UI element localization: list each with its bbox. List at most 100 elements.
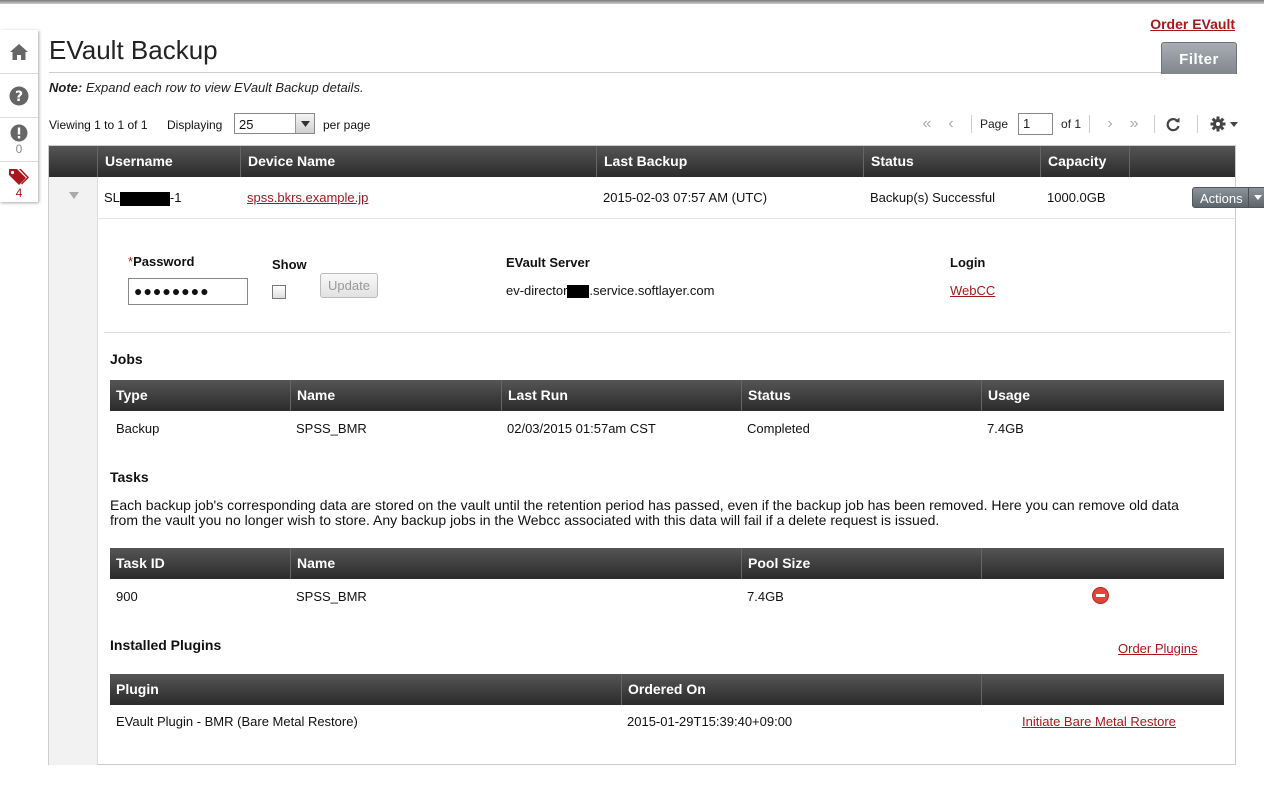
per-page-value: 25 bbox=[239, 117, 254, 132]
next-page-icon[interactable]: › bbox=[1098, 115, 1122, 133]
alert-count: 0 bbox=[15, 142, 23, 156]
update-button[interactable]: Update bbox=[320, 273, 378, 298]
tasks-description: Each backup job's corresponding data are… bbox=[110, 497, 1179, 528]
password-label-text: Password bbox=[133, 254, 195, 269]
pagination: « ‹ Page 1 of 1 › » bbox=[915, 112, 1239, 136]
actions-button[interactable]: Actions bbox=[1192, 187, 1264, 208]
jobs-title: Jobs bbox=[110, 351, 143, 367]
plugins-col-actions bbox=[981, 674, 1224, 705]
header-username[interactable]: Username bbox=[97, 146, 240, 177]
task-pool-size: 7.4GB bbox=[747, 589, 784, 604]
alert-icon bbox=[10, 124, 28, 142]
plugin-ordered-on: 2015-01-29T15:39:40+09:00 bbox=[627, 714, 793, 729]
jobs-col-last-run: Last Run bbox=[501, 380, 741, 411]
task-name: SPSS_BMR bbox=[296, 589, 367, 604]
plugin-name: EVault Plugin - BMR (Bare Metal Restore) bbox=[116, 714, 358, 729]
rail-alerts[interactable]: 0 bbox=[0, 118, 38, 162]
viewing-count: Viewing 1 to 1 of 1 bbox=[49, 118, 148, 132]
header-expander bbox=[49, 146, 97, 177]
expander-gutter bbox=[49, 177, 98, 765]
note-body: Expand each row to view EVault Backup de… bbox=[82, 80, 364, 95]
page-input[interactable]: 1 bbox=[1018, 113, 1054, 135]
prev-page-icon[interactable]: ‹ bbox=[939, 115, 963, 133]
pager-divider bbox=[1197, 115, 1199, 133]
backup-table: Username Device Name Last Backup Status … bbox=[48, 145, 1264, 765]
gear-icon[interactable] bbox=[1210, 116, 1226, 132]
server-prefix: ev-director bbox=[506, 283, 568, 298]
job-name: SPSS_BMR bbox=[296, 421, 367, 436]
plugins-table-header: Plugin Ordered On bbox=[110, 674, 1224, 705]
plugins-col-ordered-on: Ordered On bbox=[621, 674, 981, 705]
rail-help[interactable]: ? bbox=[0, 74, 38, 118]
job-last-run: 02/03/2015 01:57am CST bbox=[507, 421, 656, 436]
actions-label: Actions bbox=[1200, 191, 1243, 206]
refresh-icon[interactable] bbox=[1165, 116, 1181, 132]
header-status[interactable]: Status bbox=[863, 146, 1040, 177]
note-prefix: Note: bbox=[49, 80, 83, 95]
pager-divider bbox=[1154, 115, 1156, 133]
device-name-link[interactable]: spss.bkrs.example.jp bbox=[247, 190, 368, 205]
per-page-select[interactable]: 25 bbox=[234, 113, 315, 134]
order-evault-link[interactable]: Order EVault bbox=[1150, 16, 1235, 32]
show-password-checkbox[interactable] bbox=[272, 285, 286, 299]
rail-tags[interactable]: 4 bbox=[0, 162, 38, 205]
redacted-block bbox=[567, 285, 590, 299]
table-header: Username Device Name Last Backup Status … bbox=[49, 146, 1235, 177]
collapse-arrow-icon[interactable] bbox=[69, 192, 79, 199]
caret-down-icon[interactable] bbox=[1230, 121, 1239, 127]
task-id: 900 bbox=[116, 589, 138, 604]
home-icon bbox=[10, 43, 28, 60]
pager-divider bbox=[971, 115, 972, 133]
table-row[interactable]: SL -1 spss.bkrs.example.jp 2015-02-03 07:… bbox=[97, 177, 1264, 219]
first-page-icon[interactable]: « bbox=[915, 115, 939, 133]
tasks-col-actions bbox=[981, 548, 1224, 579]
capacity-cell: 1000.0GB bbox=[1047, 190, 1106, 205]
tag-count: 4 bbox=[15, 186, 23, 200]
header-capacity[interactable]: Capacity bbox=[1040, 146, 1129, 177]
title-divider bbox=[49, 72, 1161, 73]
page-label: Page bbox=[980, 117, 1009, 131]
job-type: Backup bbox=[116, 421, 160, 436]
delete-icon[interactable] bbox=[1092, 587, 1109, 604]
detail-divider bbox=[104, 332, 1230, 333]
redacted-block bbox=[119, 191, 170, 206]
tasks-col-name: Name bbox=[290, 548, 741, 579]
username-prefix: SL bbox=[104, 190, 120, 205]
help-icon: ? bbox=[9, 86, 29, 105]
login-label: Login bbox=[950, 255, 986, 270]
initiate-bmr-link[interactable]: Initiate Bare Metal Restore bbox=[1022, 714, 1176, 729]
tasks-title: Tasks bbox=[110, 469, 149, 485]
tags-icon bbox=[9, 169, 29, 185]
status-cell: Backup(s) Successful bbox=[870, 190, 995, 205]
top-bar bbox=[0, 0, 1264, 4]
webcc-link[interactable]: WebCC bbox=[950, 283, 995, 298]
filter-button[interactable]: Filter bbox=[1161, 42, 1237, 74]
jobs-col-name: Name bbox=[290, 380, 501, 411]
header-actions bbox=[1129, 146, 1235, 177]
password-field[interactable]: ●●●●●●●● bbox=[128, 278, 248, 305]
plugins-title: Installed Plugins bbox=[110, 637, 222, 653]
rail-home[interactable] bbox=[0, 30, 38, 74]
jobs-col-type: Type bbox=[116, 387, 148, 403]
tasks-col-pool-size: Pool Size bbox=[741, 548, 981, 579]
page-title: EVault Backup bbox=[49, 35, 218, 65]
jobs-col-usage: Usage bbox=[981, 380, 1224, 411]
per-page-label: per page bbox=[323, 118, 371, 132]
server-suffix: .service.softlayer.com bbox=[589, 283, 715, 298]
last-backup-cell: 2015-02-03 07:57 AM (UTC) bbox=[603, 190, 768, 205]
evault-server-label: EVault Server bbox=[506, 255, 590, 270]
header-device-name[interactable]: Device Name bbox=[240, 146, 596, 177]
username-suffix: -1 bbox=[169, 190, 182, 205]
chevron-down-icon[interactable] bbox=[295, 114, 314, 133]
order-plugins-link[interactable]: Order Plugins bbox=[1118, 641, 1197, 656]
svg-text:?: ? bbox=[15, 89, 23, 105]
header-last-backup[interactable]: Last Backup bbox=[596, 146, 863, 177]
username-cell: SL -1 bbox=[104, 190, 181, 206]
note-text: Note: Expand each row to view EVault Bac… bbox=[49, 80, 364, 95]
job-status: Completed bbox=[747, 421, 810, 436]
pager-divider bbox=[1089, 115, 1091, 133]
job-usage: 7.4GB bbox=[987, 421, 1024, 436]
last-page-icon[interactable]: » bbox=[1122, 115, 1146, 133]
chevron-down-icon[interactable] bbox=[1248, 188, 1264, 207]
password-label: *Password bbox=[128, 254, 194, 269]
